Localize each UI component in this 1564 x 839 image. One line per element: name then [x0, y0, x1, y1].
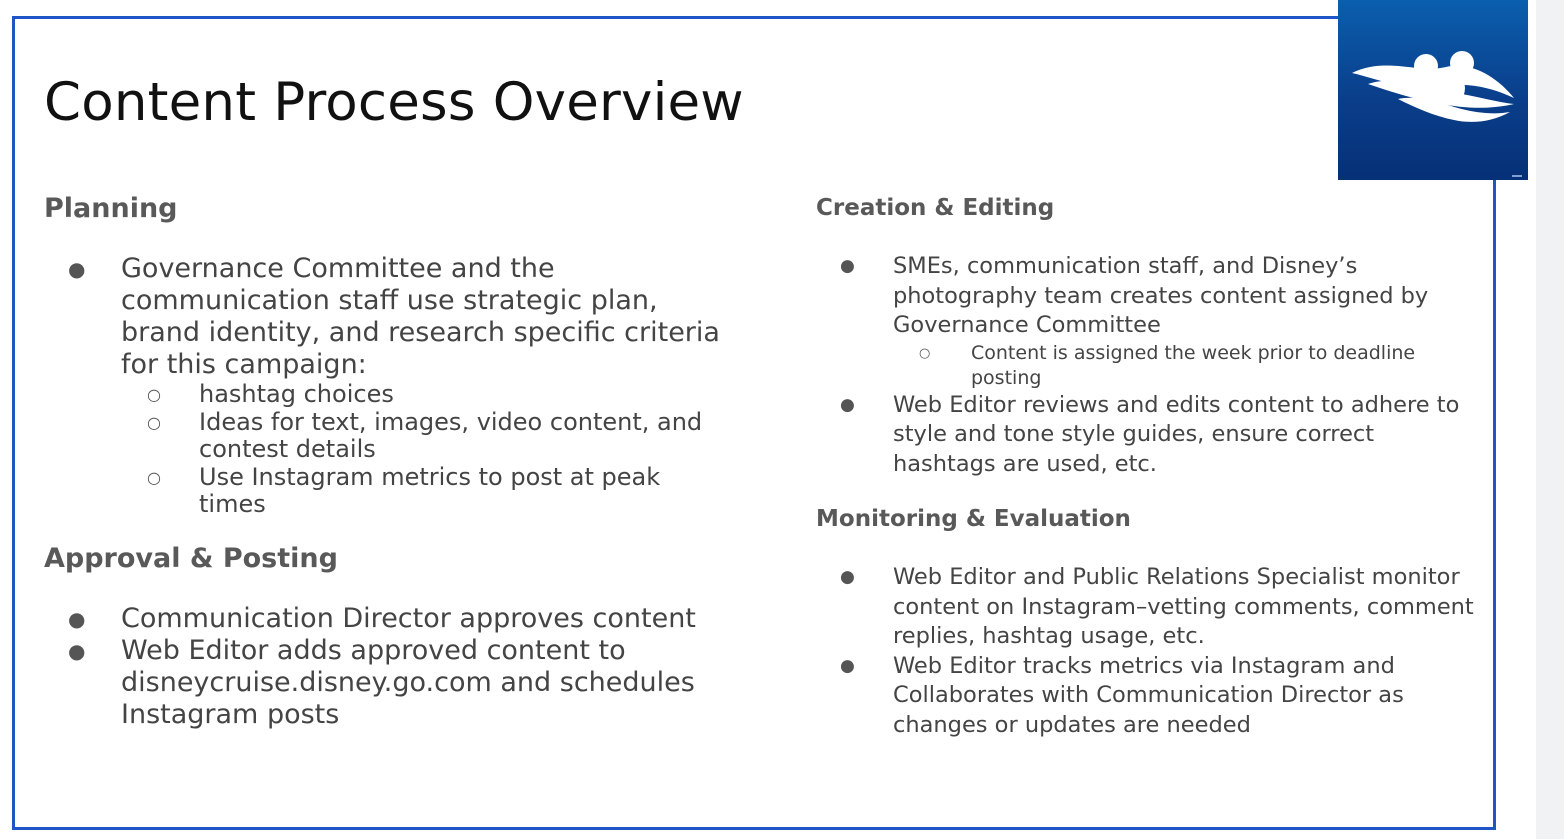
- sub-list-item-text: Ideas for text, images, video content, a…: [199, 407, 703, 463]
- list-item: ● Communication Director approves conten…: [44, 603, 724, 635]
- creation-heading: Creation & Editing: [816, 195, 1055, 221]
- bullet-ring-icon: ○: [147, 412, 161, 432]
- monitoring-list: ● Web Editor and Public Relations Specia…: [816, 563, 1476, 740]
- planning-sublist: ○ hashtag choices ○ Ideas for text, imag…: [121, 380, 724, 519]
- bullet-dot-icon: ●: [68, 639, 86, 663]
- window-edge-strip: [1536, 0, 1564, 839]
- sub-list-item-text: Content is assigned the week prior to de…: [971, 341, 1416, 389]
- bullet-ring-icon: ○: [147, 467, 161, 487]
- list-item: ● Web Editor reviews and edits content t…: [816, 391, 1476, 480]
- bullet-dot-icon: ●: [840, 567, 855, 587]
- sub-list-item: ○ hashtag choices: [121, 380, 724, 409]
- slide-title: Content Process Overview: [44, 72, 744, 133]
- list-item-text: Web Editor reviews and edits content to …: [893, 391, 1460, 477]
- list-item-text: Web Editor and Public Relations Speciali…: [893, 564, 1474, 649]
- list-item: ● Web Editor and Public Relations Specia…: [816, 563, 1476, 652]
- bullet-dot-icon: ●: [840, 394, 855, 415]
- creation-sublist: ○ Content is assigned the week prior to …: [893, 341, 1476, 391]
- planning-list: ● Governance Committee and the communica…: [44, 253, 724, 519]
- approval-list: ● Communication Director approves conten…: [44, 603, 724, 731]
- list-item: ● Governance Committee and the communica…: [44, 253, 724, 519]
- bullet-ring-icon: ○: [147, 385, 161, 404]
- sub-list-item: ○ Use Instagram metrics to post at peak …: [121, 462, 724, 519]
- list-item: ● SMEs, communication staff, and Disney’…: [816, 252, 1476, 391]
- sub-list-item-text: Use Instagram metrics to post at peak ti…: [199, 462, 661, 518]
- bullet-dot-icon: ●: [68, 607, 86, 631]
- bullet-dot-icon: ●: [68, 257, 86, 281]
- disney-cruise-line-logo-icon: [1338, 0, 1528, 180]
- list-item: ● Web Editor adds approved content to di…: [44, 635, 724, 731]
- list-item-text: Communication Director approves content: [121, 603, 696, 634]
- list-item-text: Web Editor adds approved content to disn…: [121, 635, 695, 730]
- monitoring-heading: Monitoring & Evaluation: [816, 506, 1131, 532]
- logo-fine-print-mark: [1512, 175, 1522, 177]
- list-item: ● Web Editor tracks metrics via Instagra…: [816, 652, 1476, 741]
- bullet-dot-icon: ●: [840, 655, 855, 676]
- bullet-ring-icon: ○: [919, 345, 931, 361]
- approval-heading: Approval & Posting: [44, 543, 338, 574]
- list-item-text: SMEs, communication staff, and Disney’s …: [893, 253, 1429, 338]
- planning-heading: Planning: [44, 193, 178, 224]
- creation-list: ● SMEs, communication staff, and Disney’…: [816, 252, 1476, 479]
- sub-list-item: ○ Ideas for text, images, video content,…: [121, 407, 724, 464]
- list-item-text: Web Editor tracks metrics via Instagram …: [893, 652, 1404, 738]
- list-item-text: Governance Committee and the communicati…: [121, 253, 720, 380]
- bullet-dot-icon: ●: [840, 256, 855, 276]
- sub-list-item: ○ Content is assigned the week prior to …: [893, 341, 1476, 391]
- sub-list-item-text: hashtag choices: [199, 380, 394, 408]
